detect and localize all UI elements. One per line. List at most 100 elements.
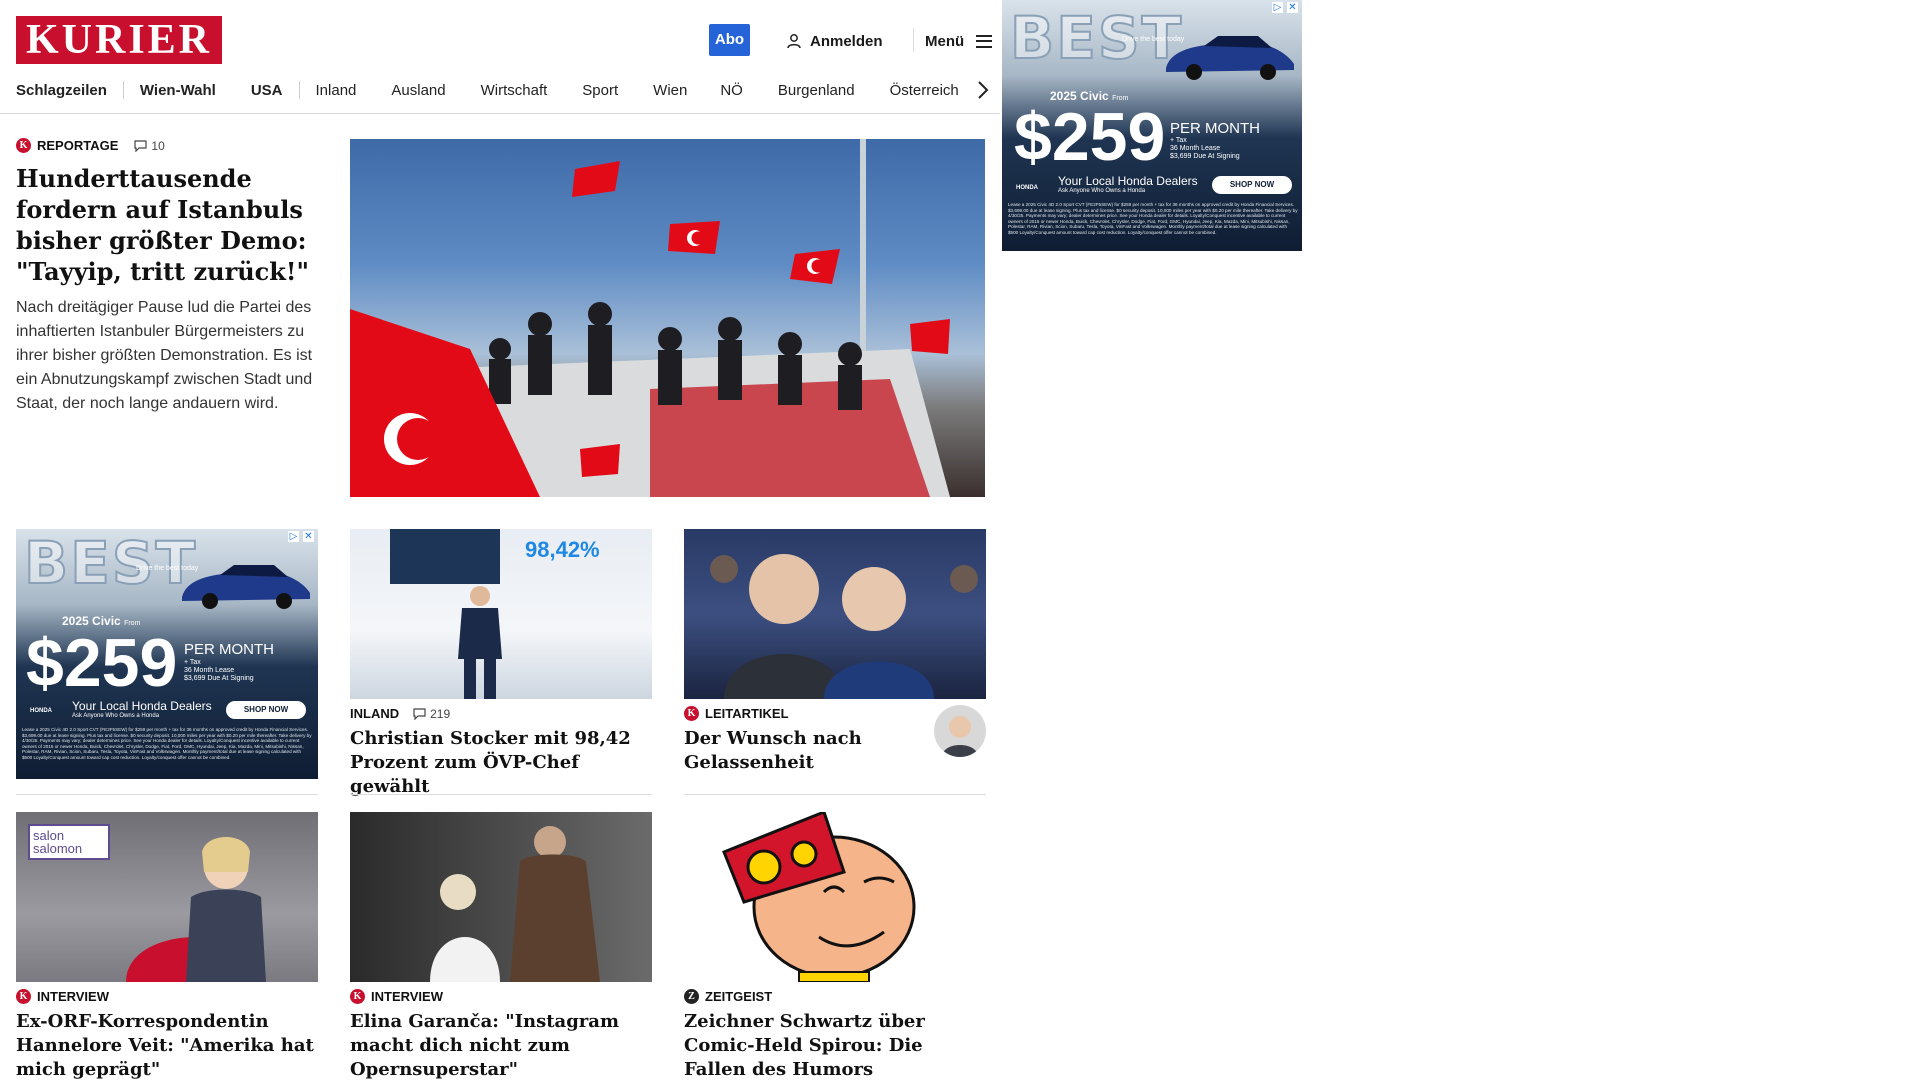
card-image-garanca[interactable] [350,812,652,982]
kicker-label: LEITARTIKEL [705,706,789,721]
protest-photo [350,139,950,497]
kurier-plus-icon: K [16,989,31,1004]
ad-price: $259 [1014,99,1166,175]
screen-display [390,529,500,584]
card-divider [350,794,652,795]
login-link[interactable]: Anmelden [786,30,883,52]
ad-fine-print: Lease a 2025 Civic 4D 2.0 Sport CVT (FE2… [1008,202,1298,235]
spirou-comic-drawing [722,812,916,982]
ad-terms: + Tax 36 Month Lease $3,699 Due At Signing [1170,137,1240,160]
kurier-plus-icon: K [16,138,31,153]
nav-item-wien-wahl[interactable]: Wien-Wahl [140,82,216,99]
honda-logo: HONDA [30,708,52,714]
ad-close-icon[interactable]: ✕ [1287,2,1298,13]
card-veit[interactable]: K INTERVIEW Ex-ORF-Korrespondentin Hanne… [16,989,318,1080]
menu-button[interactable]: Menü [925,30,993,52]
comment-count[interactable]: 10 [134,138,165,153]
header-divider [913,28,914,52]
shop-now-button[interactable]: SHOP NOW [1212,176,1292,194]
nav-item-ausland[interactable]: Ausland [391,82,445,99]
nav-item-wien[interactable]: Wien [653,82,687,99]
section-nav: Schlagzeilen Wien-Wahl USA Inland Auslan… [16,79,959,101]
user-icon [787,34,801,49]
nav-item-sport[interactable]: Sport [582,82,618,99]
ad-close-icon[interactable]: ✕ [303,531,314,542]
lead-image[interactable] [350,139,985,497]
nav-divider [298,81,300,99]
lead-story[interactable]: K REPORTAGE 10 Hunderttausende fordern a… [16,138,320,416]
card-divider [684,794,986,795]
lead-headline[interactable]: Hunderttausende fordern auf Istanbuls bi… [16,163,320,287]
kicker-label: INTERVIEW [37,989,109,1004]
shop-now-button[interactable]: SHOP NOW [226,701,306,719]
comment-icon [413,707,426,720]
nav-item-inland[interactable]: Inland [316,82,357,99]
nav-item-noe[interactable]: NÖ [720,82,743,99]
card-image-spirou[interactable] [684,812,986,982]
card-image-stocker[interactable]: 98,42% [350,529,652,699]
lead-kicker: K REPORTAGE 10 [16,138,320,153]
nav-item-wirtschaft[interactable]: Wirtschaft [481,82,548,99]
login-label: Anmelden [810,32,883,50]
comment-count-value: 10 [151,138,165,153]
nav-divider [122,81,124,99]
card-kicker: K INTERVIEW [16,989,318,1004]
abo-button[interactable]: Abo [709,24,750,56]
ad-choices[interactable]: ▷ ✕ [288,531,314,542]
site-header: KURIER Abo Anmelden Menü Schlagzeilen Wi… [0,0,1000,114]
ad-dealer: Your Local Honda Dealers Ask Anyone Who O… [1058,174,1198,194]
opera-singer-photo [430,826,600,982]
kicker-label: INLAND [350,706,400,721]
ad-fine-print: Lease a 2025 Civic 4D 2.0 Sport CVT (FE2… [22,727,312,760]
nav-item-schlagzeilen[interactable]: Schlagzeilen [16,82,107,99]
card-headline[interactable]: Zeichner Schwartz über Comic-Held Spirou… [684,1010,986,1080]
comment-count-value: 219 [430,706,451,721]
salon-salomon-logo: salon salomon [28,824,110,860]
card-headline[interactable]: Christian Stocker mit 98,42 Prozent zum … [350,727,652,799]
kicker-label: INTERVIEW [371,989,443,1004]
car-image [1166,36,1294,80]
hamburger-icon [976,34,993,48]
percentage-display: 98,42% [525,537,600,562]
kicker-label: REPORTAGE [37,138,119,153]
card-headline[interactable]: Ex-ORF-Korrespondentin Hannelore Veit: "… [16,1010,318,1080]
ad-per-month: PER MONTH [1170,120,1260,137]
honda-ad-feed[interactable]: ▷ ✕ BEST Drive the best today 2025 Civic … [16,529,318,779]
nav-item-oesterreich[interactable]: Österreich [890,82,959,99]
card-headline[interactable]: Elina Garanča: "Instagram macht dich nic… [350,1010,652,1080]
chevron-right-icon[interactable] [976,80,990,100]
card-kicker: Z ZEITGEIST [684,989,986,1004]
ad-best-wordmark: BEST [23,529,198,598]
author-portrait [942,716,978,757]
ad-dealer: Your Local Honda Dealers Ask Anyone Who O… [72,699,212,719]
card-headline[interactable]: Der Wunsch nach Gelassenheit [684,727,924,775]
ad-terms: + Tax 36 Month Lease $3,699 Due At Signing [184,659,254,682]
card-stocker[interactable]: INLAND 219 Christian Stocker mit 98,42 P… [350,706,652,799]
menu-label: Menü [925,32,965,50]
kurier-plus-icon: K [684,706,699,721]
author-avatar[interactable] [934,705,986,757]
ad-info-icon[interactable]: ▷ [1272,2,1283,13]
ad-choices[interactable]: ▷ ✕ [1272,2,1298,13]
honda-logo: HONDA [1016,185,1038,191]
nav-item-burgenland[interactable]: Burgenland [778,82,855,99]
card-kicker: INLAND 219 [350,706,652,721]
lead-teaser: Nach dreitägiger Pause lud die Partei de… [16,299,313,412]
card-spirou[interactable]: Z ZEITGEIST Zeichner Schwartz über Comic… [684,989,986,1080]
card-image-leitartikel[interactable] [684,529,986,699]
zeitgeist-icon: Z [684,989,699,1004]
card-kicker: K INTERVIEW [350,989,652,1004]
comment-count[interactable]: 219 [413,707,450,721]
kicker-label: ZEITGEIST [705,989,773,1004]
nav-item-usa[interactable]: USA [251,82,283,99]
card-garanca[interactable]: K INTERVIEW Elina Garanča: "Instagram ma… [350,989,652,1080]
ad-info-icon[interactable]: ▷ [288,531,299,542]
kurier-plus-icon: K [350,989,365,1004]
car-image [182,565,310,609]
honda-ad-sidebar[interactable]: ▷ ✕ BEST Drive the best today 2025 Civic … [1002,0,1302,251]
kurier-logo[interactable]: KURIER [16,16,222,64]
comment-icon [134,139,147,152]
card-divider [16,794,318,795]
ad-price: $259 [26,625,178,701]
card-image-veit[interactable]: salon salomon [16,812,318,982]
